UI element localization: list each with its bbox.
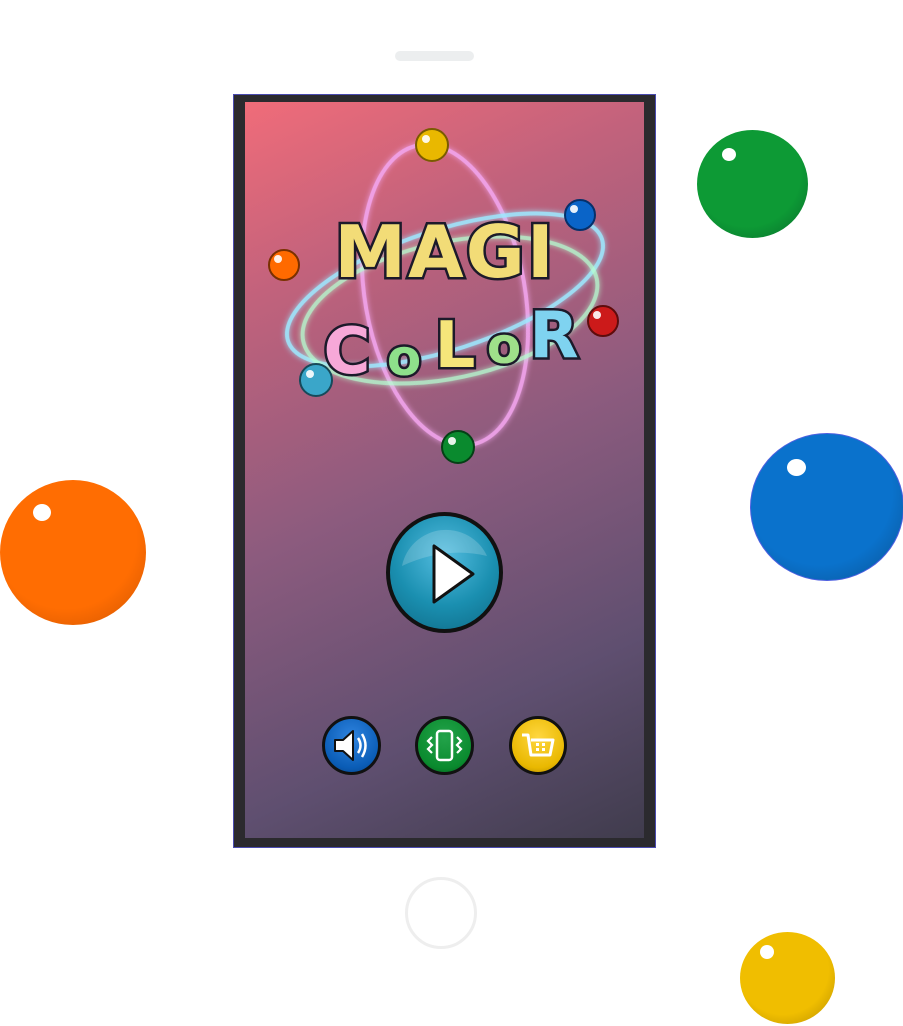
shopping-cart-icon <box>522 733 555 757</box>
logo-ball-red <box>587 305 619 337</box>
logo-orbits: MAGI C o L o R <box>268 128 619 464</box>
logo-letter: o <box>487 317 523 375</box>
decor-yellow-ball <box>740 932 835 1024</box>
decor-orange-ball <box>0 480 146 625</box>
logo-ball-orange <box>268 249 300 281</box>
home-button[interactable] <box>405 877 477 949</box>
logo-ball-blue <box>564 199 596 231</box>
shop-button[interactable] <box>509 716 567 775</box>
game-logo: MAGI C o L o R <box>260 125 630 470</box>
logo-letter: o <box>387 329 423 387</box>
logo-letter: L <box>435 309 478 383</box>
logo-ball-yellow <box>415 128 449 162</box>
decor-green-ball <box>697 130 808 238</box>
speaker-icon <box>334 730 367 761</box>
play-button[interactable] <box>386 512 503 633</box>
decor-blue-ball <box>750 433 903 581</box>
logo-letter: R <box>529 299 580 373</box>
logo-ball-green <box>441 430 475 464</box>
play-icon <box>402 529 487 604</box>
logo-letter: C <box>324 315 373 389</box>
phone-speaker <box>395 51 474 61</box>
sound-button[interactable] <box>322 716 381 775</box>
vibration-icon <box>426 729 463 762</box>
logo-text-magi: MAGI <box>334 210 555 294</box>
vibration-button[interactable] <box>415 716 474 775</box>
logo-text-color: C o L o R <box>321 297 581 392</box>
